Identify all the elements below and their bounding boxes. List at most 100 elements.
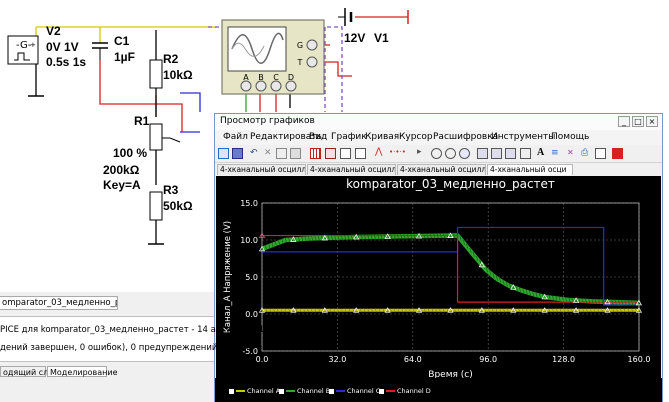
- stop-icon[interactable]: [612, 148, 623, 159]
- scope-terminal-c: C: [273, 73, 279, 82]
- print-icon[interactable]: ⎙: [581, 148, 592, 159]
- legend-swatch: [386, 390, 395, 392]
- legend-label: Channel D: [397, 387, 431, 395]
- chart: komparator_03_медленно_растет 0.0 32.0 64.0…: [223, 177, 650, 380]
- legend-item-channel-d[interactable]: Channel D: [379, 387, 431, 395]
- cut-icon[interactable]: ✕: [264, 148, 275, 159]
- r3-value: 50kΩ: [163, 199, 193, 213]
- log-line: дений завершен, 0 ошибок), 0 предупрежде…: [0, 343, 263, 353]
- legend-checkbox[interactable]: [279, 388, 284, 394]
- print-preview-icon[interactable]: [595, 148, 606, 159]
- scope-terminal-a: A: [243, 73, 249, 82]
- menu-graph[interactable]: График: [331, 132, 367, 142]
- open-icon[interactable]: [218, 148, 229, 159]
- menu-cursor[interactable]: Курсор: [399, 132, 433, 142]
- menu-bar: Файл Редактировать Вид График Кривая Кур…: [215, 130, 662, 145]
- menu-tools[interactable]: Инструменты: [491, 132, 555, 142]
- cursors-icon[interactable]: [340, 148, 351, 159]
- y-tick-label: 0.0: [245, 310, 258, 319]
- v1-label: V1: [374, 31, 389, 45]
- zoom-out-icon[interactable]: [445, 148, 456, 159]
- y-tick-label: 10.0: [240, 236, 258, 245]
- legend-swatch: [236, 390, 245, 392]
- maximize-button[interactable]: □: [632, 116, 644, 127]
- overlay-icon[interactable]: [491, 148, 502, 159]
- series-channel-b-line: [261, 233, 640, 306]
- y-tick-label: 5.0: [245, 273, 258, 282]
- menu-file[interactable]: Файл: [223, 132, 248, 142]
- series-channel-d-line: [262, 234, 639, 303]
- tab-scope-4[interactable]: 4-хканальный осци: [487, 164, 573, 175]
- minimize-button[interactable]: _: [618, 116, 630, 127]
- zoom-in-icon[interactable]: [431, 148, 442, 159]
- copy-icon[interactable]: [276, 148, 287, 159]
- grapher-window[interactable]: Просмотр графиков _ □ × Файл Редактирова…: [214, 113, 663, 402]
- legend-swatch: [336, 390, 345, 392]
- legend-swatch: [286, 390, 295, 392]
- select-icon[interactable]: ▸: [417, 148, 428, 159]
- r1-key: Key=A: [103, 178, 141, 192]
- r1-value: 200kΩ: [103, 163, 140, 177]
- c1-value: 1µF: [114, 50, 135, 64]
- dark-background-icon[interactable]: [355, 148, 366, 159]
- window-title: Просмотр графиков: [220, 116, 315, 126]
- grapher-toolbar: ↶ ✕ ⋀ •⋅•⋅• ▸ A ≡ ✕ ⎙: [215, 145, 662, 163]
- copy-graph-icon[interactable]: [520, 148, 531, 159]
- menu-view[interactable]: Вид: [309, 132, 327, 142]
- x-tick-label: 96.0: [479, 355, 497, 364]
- document-tab[interactable]: omparator_03_медленно_растет *: [0, 296, 118, 310]
- grid-icon[interactable]: [310, 148, 321, 159]
- list-icon[interactable]: ≡: [551, 148, 562, 159]
- page-tabs: 4-хканальный осциллограф-XSC1 4-хканальн…: [215, 163, 662, 176]
- text-icon[interactable]: A: [537, 148, 548, 159]
- x-tick-label: 128.0: [552, 355, 575, 364]
- legend-checkbox[interactable]: [379, 388, 384, 394]
- menu-help[interactable]: Помощь: [551, 132, 589, 142]
- tab-layer[interactable]: одящий слой: [0, 366, 58, 377]
- tab-scope-3[interactable]: 4-хканальный осциллограф-XSC1: [397, 164, 486, 175]
- undo-icon[interactable]: ↶: [250, 148, 261, 159]
- analysis-icon[interactable]: ✕: [567, 148, 578, 159]
- log-view[interactable]: PICE для komparator_03_медленно_растет -…: [0, 316, 270, 362]
- tab-simulation[interactable]: Моделирование: [47, 366, 118, 377]
- v2-param-2: 0.5s 1s: [46, 55, 87, 69]
- scope-terminal-b: B: [258, 73, 264, 82]
- legend-checkbox[interactable]: [329, 388, 334, 394]
- x-tick-label: 0.0: [256, 355, 269, 364]
- scope-terminal-t: T: [297, 58, 303, 67]
- legend-checkbox[interactable]: [229, 388, 234, 394]
- menu-trace[interactable]: Кривая: [365, 132, 399, 142]
- scope-terminal-d: D: [288, 73, 294, 82]
- design-panel: omparator_03_медленно_растет * PICE для …: [0, 292, 270, 402]
- tab-scope-1[interactable]: 4-хканальный осциллограф-XSC1: [217, 164, 306, 175]
- r3-label: R3: [163, 183, 179, 197]
- r2-label: R2: [163, 52, 179, 66]
- close-button[interactable]: ×: [646, 116, 658, 127]
- trace-icon[interactable]: ⋀: [375, 148, 386, 159]
- legend-label: Channel C: [347, 387, 381, 395]
- properties-icon[interactable]: [505, 148, 516, 159]
- paste-icon[interactable]: [290, 148, 301, 159]
- legend-item-channel-a[interactable]: Channel A: [229, 387, 280, 395]
- x-tick-label: 64.0: [404, 355, 422, 364]
- v2-label: V2: [46, 24, 61, 38]
- export-icon[interactable]: [477, 148, 488, 159]
- legend-item-channel-b[interactable]: Channel B: [279, 387, 330, 395]
- v2-param-1: 0V 1V: [46, 40, 79, 54]
- save-icon[interactable]: [232, 148, 243, 159]
- tab-scope-2[interactable]: 4-хканальный осциллограф-XSC1: [307, 164, 396, 175]
- zoom-fit-icon[interactable]: [459, 148, 470, 159]
- legend-item-channel-c[interactable]: Channel C: [329, 387, 380, 395]
- chart-title: komparator_03_медленно_растет: [346, 177, 555, 191]
- legend-toggle-icon[interactable]: [325, 148, 336, 159]
- r1-percent: 100 %: [113, 146, 148, 160]
- plot-area[interactable]: komparator_03_медленно_растет 0.0 32.0 64.0…: [216, 176, 661, 392]
- v1-voltage: 12V: [344, 31, 366, 45]
- menu-legend[interactable]: Расшифровка: [433, 132, 498, 142]
- legend-label: Channel B: [297, 387, 331, 395]
- scope-terminal-g: G: [297, 41, 303, 50]
- markers-icon[interactable]: •⋅•⋅•: [389, 148, 413, 159]
- x-tick-label: 32.0: [328, 355, 346, 364]
- grapher-titlebar[interactable]: Просмотр графиков _ □ ×: [215, 114, 662, 131]
- r2-value: 10kΩ: [163, 68, 193, 82]
